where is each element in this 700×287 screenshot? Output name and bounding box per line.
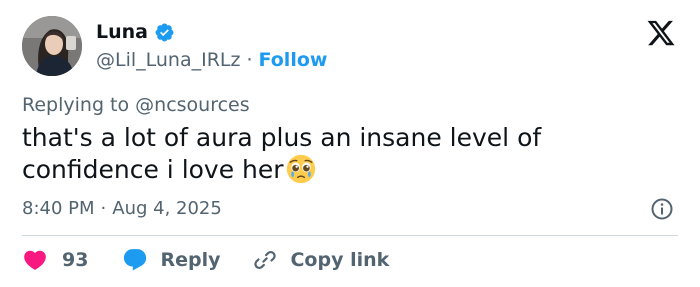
copy-link-label: Copy link [290, 249, 390, 271]
x-logo-icon[interactable] [645, 18, 677, 48]
divider [22, 235, 678, 236]
user-handle[interactable]: @Lil_Luna_IRLz [96, 48, 241, 72]
action-bar: 93 Reply Copy link [22, 246, 389, 274]
handle-row: @Lil_Luna_IRLz · Follow [96, 48, 327, 72]
tweet-timestamp[interactable]: 8:40 PM · Aug 4, 2025 [22, 197, 222, 221]
heart-icon [24, 250, 46, 270]
verified-badge-icon [155, 23, 174, 41]
handle-separator: · [246, 49, 253, 71]
pleading-face-emoji-icon [286, 154, 315, 184]
meta-separator: · [100, 198, 107, 219]
tweet-embed-card: Luna @Lil_Luna_IRLz · Follow Replying to… [0, 0, 700, 287]
info-icon[interactable] [650, 197, 674, 221]
avatar[interactable] [22, 16, 82, 76]
copy-link-button[interactable]: Copy link [252, 247, 389, 273]
link-icon [254, 250, 277, 270]
like-button[interactable]: 93 [22, 247, 88, 273]
replying-to: Replying to @ncsources [22, 94, 250, 116]
reply-label: Reply [160, 249, 221, 271]
reply-bubble-icon [124, 249, 147, 271]
avatar-image [22, 16, 82, 76]
tweet-text-content: that's a lot of aura plus an insane leve… [22, 123, 542, 184]
follow-button[interactable]: Follow [259, 48, 328, 72]
user-name-row: Luna [96, 20, 175, 44]
display-name[interactable]: Luna [96, 20, 148, 44]
tweet-date: Aug 4, 2025 [112, 198, 222, 219]
reply-button[interactable]: Reply [122, 247, 220, 273]
tweet-time: 8:40 PM [22, 198, 95, 219]
tweet-text: that's a lot of aura plus an insane leve… [22, 122, 662, 186]
like-count: 93 [62, 249, 89, 271]
